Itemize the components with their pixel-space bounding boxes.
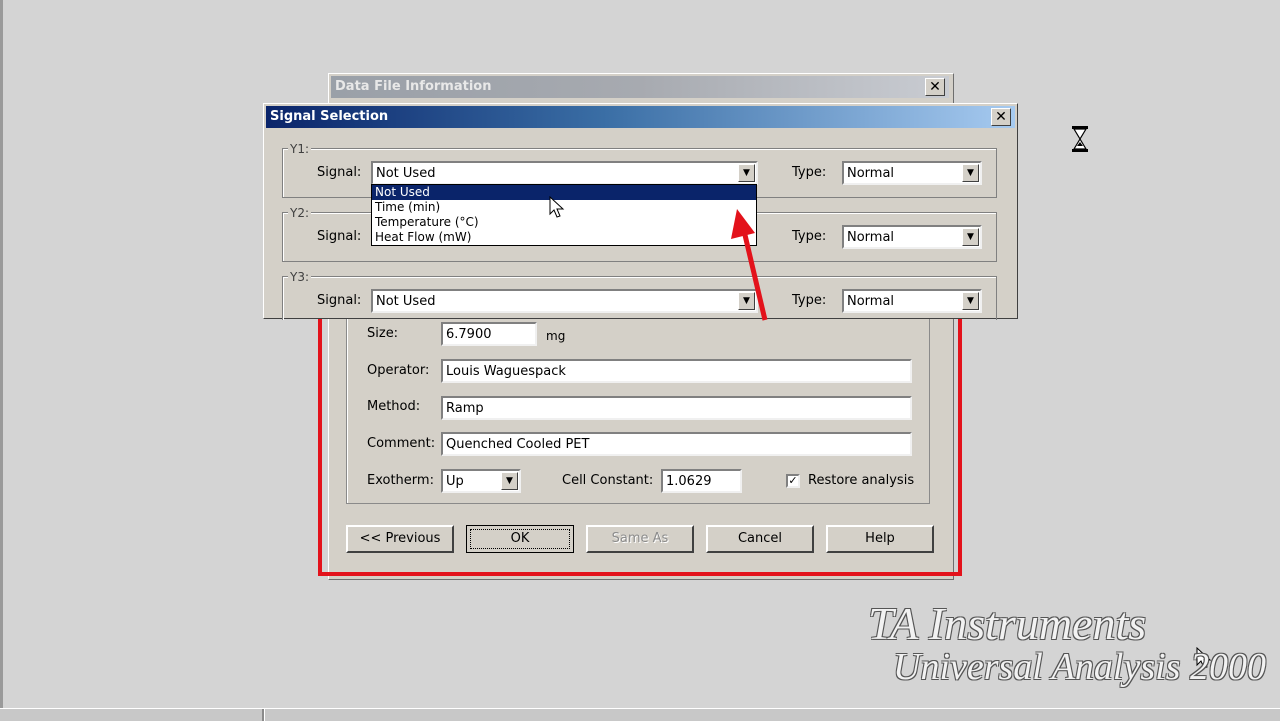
watermark-product: Universal Analysis 2000: [893, 646, 1266, 688]
previous-button[interactable]: << Previous: [346, 525, 454, 553]
y2-type-select[interactable]: Normal ▼: [842, 225, 982, 249]
chevron-down-icon[interactable]: ▼: [962, 292, 979, 310]
cell-constant-label: Cell Constant:: [562, 473, 654, 488]
y3-type-label: Type:: [792, 293, 827, 308]
mouse-pointer-icon: [549, 196, 565, 218]
restore-analysis-label[interactable]: Restore analysis: [808, 473, 914, 488]
y3-signal-value: Not Used: [376, 294, 436, 309]
y2-type-value: Normal: [847, 230, 895, 245]
size-label: Size:: [367, 326, 399, 341]
y3-type-value: Normal: [847, 294, 895, 309]
ok-button[interactable]: OK: [466, 525, 574, 553]
cancel-button[interactable]: Cancel: [706, 525, 814, 553]
exotherm-label: Exotherm:: [367, 473, 434, 488]
y1-signal-value: Not Used: [376, 166, 436, 181]
close-icon: ✕: [995, 109, 1007, 125]
chevron-down-icon[interactable]: ▼: [738, 164, 755, 182]
data-file-information-title: Data File Information: [331, 76, 949, 98]
dfi-close-button[interactable]: ✕: [925, 78, 945, 96]
operator-field[interactable]: Louis Waguespack: [441, 359, 912, 383]
desktop-left-edge: [0, 0, 3, 712]
y3-signal-select[interactable]: Not Used ▼: [371, 289, 758, 313]
signal-selection-title: Signal Selection: [266, 106, 1015, 128]
y1-type-value: Normal: [847, 166, 895, 181]
close-icon: ✕: [929, 79, 941, 95]
chevron-down-icon[interactable]: ▼: [962, 164, 979, 182]
y2-signal-label: Signal:: [317, 229, 362, 244]
same-as-button[interactable]: Same As: [586, 525, 694, 553]
comment-label: Comment:: [367, 436, 436, 451]
size-unit-label: mg: [546, 329, 566, 343]
chevron-down-icon[interactable]: ▼: [962, 228, 979, 246]
help-button[interactable]: Help: [826, 525, 934, 553]
y1-signal-label: Signal:: [317, 165, 362, 180]
y2-type-label: Type:: [792, 229, 827, 244]
restore-analysis-checkbox[interactable]: ✓: [786, 474, 800, 488]
method-label: Method:: [367, 399, 421, 414]
signal-selection-close-button[interactable]: ✕: [991, 108, 1011, 126]
method-field[interactable]: Ramp: [441, 396, 912, 420]
exotherm-select[interactable]: Up ▼: [441, 469, 521, 493]
y3-caption: Y3:: [288, 270, 312, 284]
y2-caption: Y2:: [288, 206, 312, 220]
y1-type-label: Type:: [792, 165, 827, 180]
y3-type-select[interactable]: Normal ▼: [842, 289, 982, 313]
operator-label: Operator:: [367, 363, 430, 378]
size-field[interactable]: 6.7900: [441, 322, 537, 346]
red-arrow-annotation: [731, 209, 768, 321]
watermark-brand: TA Instruments: [868, 598, 1147, 649]
hourglass-icon: [1072, 126, 1088, 152]
ok-button-label: OK: [470, 529, 570, 549]
exotherm-value: Up: [446, 474, 464, 489]
cell-constant-field[interactable]: 1.0629: [661, 469, 742, 493]
y1-signal-select[interactable]: Not Used ▼: [371, 161, 758, 185]
chevron-down-icon[interactable]: ▼: [501, 472, 518, 490]
status-bar-separator: [262, 709, 265, 721]
dropdown-option-heat-flow[interactable]: Heat Flow (mW): [372, 230, 756, 245]
status-bar: [0, 708, 1280, 721]
comment-field[interactable]: Quenched Cooled PET: [441, 432, 912, 456]
y1-caption: Y1:: [288, 142, 312, 156]
y3-signal-label: Signal:: [317, 293, 362, 308]
y1-type-select[interactable]: Normal ▼: [842, 161, 982, 185]
checkmark-icon: ✓: [788, 474, 798, 487]
